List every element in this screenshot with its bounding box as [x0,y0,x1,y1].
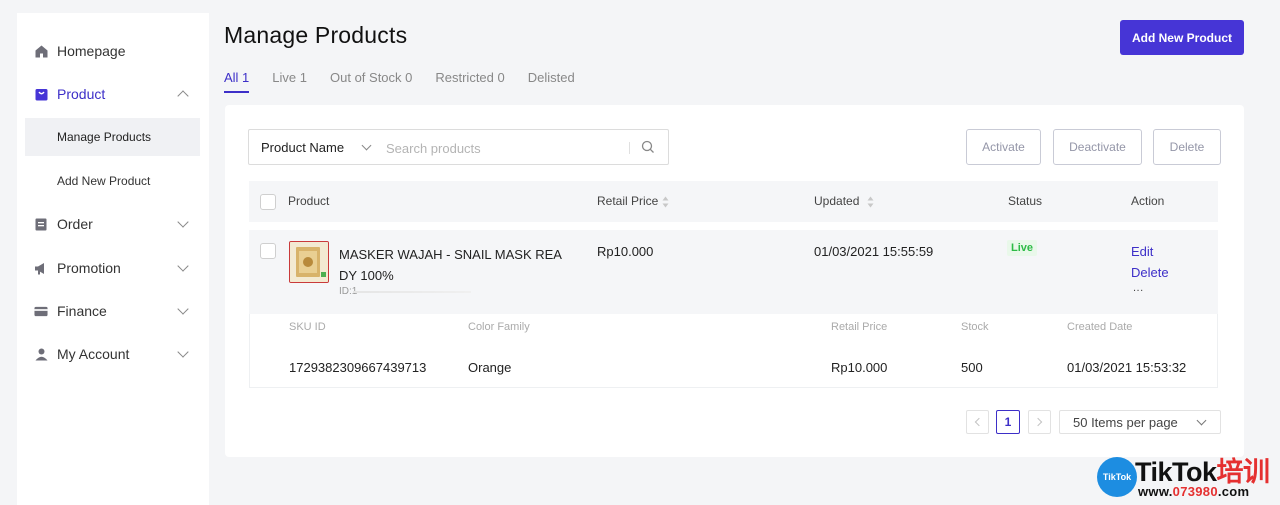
column-header-product: Product [288,194,330,208]
sidebar-item-label: Promotion [57,260,121,276]
table-row: MASKER WAJAH - SNAIL MASK REA DY 100% ID… [249,230,1218,314]
items-per-page-label: 50 Items per page [1073,415,1178,430]
page-number-current[interactable]: 1 [996,410,1020,434]
tab-out-of-stock[interactable]: Out of Stock 0 [330,70,412,90]
order-icon [34,217,48,231]
user-icon [34,347,48,361]
sidebar-item-product[interactable]: Product [17,74,209,114]
watermark-title: TikTok培训 [1135,457,1270,487]
select-all-checkbox[interactable] [260,194,276,210]
tab-delisted[interactable]: Delisted [528,70,575,90]
chevron-down-icon [1196,415,1207,426]
next-page-button[interactable] [1028,410,1051,434]
sidebar: Homepage Product Manage Products Add New… [17,13,209,505]
activate-button[interactable]: Activate [966,129,1041,165]
chevron-down-icon [177,216,189,228]
product-thumbnail[interactable] [289,241,329,283]
sort-icon[interactable] [662,195,669,208]
product-name[interactable]: MASKER WAJAH - SNAIL MASK REA DY 100% [339,244,569,286]
chevron-down-icon [177,260,189,272]
sidebar-subitem-add-new-product[interactable]: Add New Product [25,162,200,200]
edit-link[interactable]: Edit [1131,244,1153,259]
column-header-status: Status [1008,194,1043,208]
chevron-down-icon [177,303,189,315]
sidebar-item-promotion[interactable]: Promotion [17,248,209,288]
status-badge: Live [1007,240,1038,256]
watermark-logo: TikTok [1097,457,1137,497]
column-header-retail-price[interactable]: Retail Price [597,194,658,208]
more-actions-button[interactable]: ... [1133,282,1144,294]
sidebar-item-homepage[interactable]: Homepage [17,31,209,71]
sku-column-header-created-date: Created Date [1067,321,1133,333]
table-header: Product Retail Price Updated Status Acti… [249,181,1218,222]
sidebar-item-finance[interactable]: Finance [17,291,209,331]
delete-button[interactable]: Delete [1153,129,1221,165]
sidebar-item-label: Product [57,86,106,102]
updated-time: 01/03/2021 15:55:59 [814,244,934,259]
items-per-page-select[interactable]: 50 Items per page [1059,410,1221,434]
sidebar-item-label: Homepage [57,43,126,59]
search-bar: Product Name [248,129,669,165]
chevron-down-icon [177,346,189,358]
sidebar-item-my-account[interactable]: My Account [17,334,209,374]
chevron-left-icon [974,417,984,427]
search-input[interactable] [386,138,626,158]
tab-live[interactable]: Live 1 [272,70,307,90]
divider [629,142,630,154]
sku-created-date: 01/03/2021 15:53:32 [1067,360,1187,375]
column-header-action: Action [1131,194,1165,208]
sku-stock: 500 [961,360,983,375]
sidebar-item-label: My Account [57,346,130,362]
chevron-up-icon [177,90,189,102]
watermark-url: www.073980.com [1138,484,1250,499]
sku-column-header-color-family: Color Family [468,321,530,333]
sku-color-family: Orange [468,360,512,375]
product-list-card: Product Name Activate Deactivate Delete … [225,105,1244,457]
row-checkbox[interactable] [260,243,276,259]
status-tabs: All 1 Live 1 Out of Stock 0 Restricted 0… [224,70,598,93]
sku-column-header-sku-id: SKU ID [289,321,326,333]
card-icon [34,304,48,318]
sku-retail-price: Rp10.000 [831,360,888,375]
tab-all[interactable]: All 1 [224,70,250,93]
retail-price: Rp10.000 [597,244,654,259]
sku-column-header-stock: Stock [961,321,989,333]
home-icon [34,44,48,58]
page-title: Manage Products [224,22,408,48]
sort-icon[interactable] [867,195,874,208]
sidebar-item-label: Order [57,216,93,232]
sidebar-item-order[interactable]: Order [17,204,209,244]
sku-column-header-retail-price: Retail Price [831,321,888,333]
megaphone-icon [34,261,48,275]
chevron-right-icon [1033,417,1043,427]
tab-restricted[interactable]: Restricted 0 [435,70,504,90]
deactivate-button[interactable]: Deactivate [1053,129,1142,165]
prev-page-button[interactable] [966,410,989,434]
sidebar-item-label: Finance [57,303,107,319]
chevron-down-icon[interactable] [361,140,372,151]
redacted-id [353,291,471,293]
add-new-product-button[interactable]: Add New Product [1120,20,1244,55]
delete-link[interactable]: Delete [1131,265,1169,280]
sidebar-subitem-manage-products[interactable]: Manage Products [25,118,200,156]
search-field-select[interactable]: Product Name [261,140,344,155]
column-header-updated[interactable]: Updated [814,194,859,208]
search-icon[interactable] [641,140,655,154]
product-bag-icon [34,87,48,101]
sku-id: 1729382309667439713 [289,360,427,375]
